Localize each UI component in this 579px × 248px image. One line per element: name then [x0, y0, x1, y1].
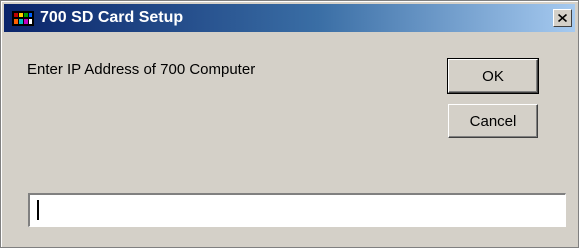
ip-address-input[interactable]	[28, 193, 566, 227]
window-title: 700 SD Card Setup	[40, 9, 184, 26]
close-button[interactable]	[553, 9, 572, 27]
close-icon	[558, 14, 567, 22]
text-cursor	[37, 200, 39, 220]
ok-button[interactable]: OK	[447, 58, 539, 94]
dialog-window: 700 SD Card Setup Enter IP Address of 70…	[0, 0, 579, 248]
ip-prompt-label: Enter IP Address of 700 Computer	[27, 61, 256, 78]
cancel-button[interactable]: Cancel	[448, 104, 538, 138]
application-icon	[12, 11, 34, 26]
title-bar[interactable]: 700 SD Card Setup	[4, 4, 575, 32]
